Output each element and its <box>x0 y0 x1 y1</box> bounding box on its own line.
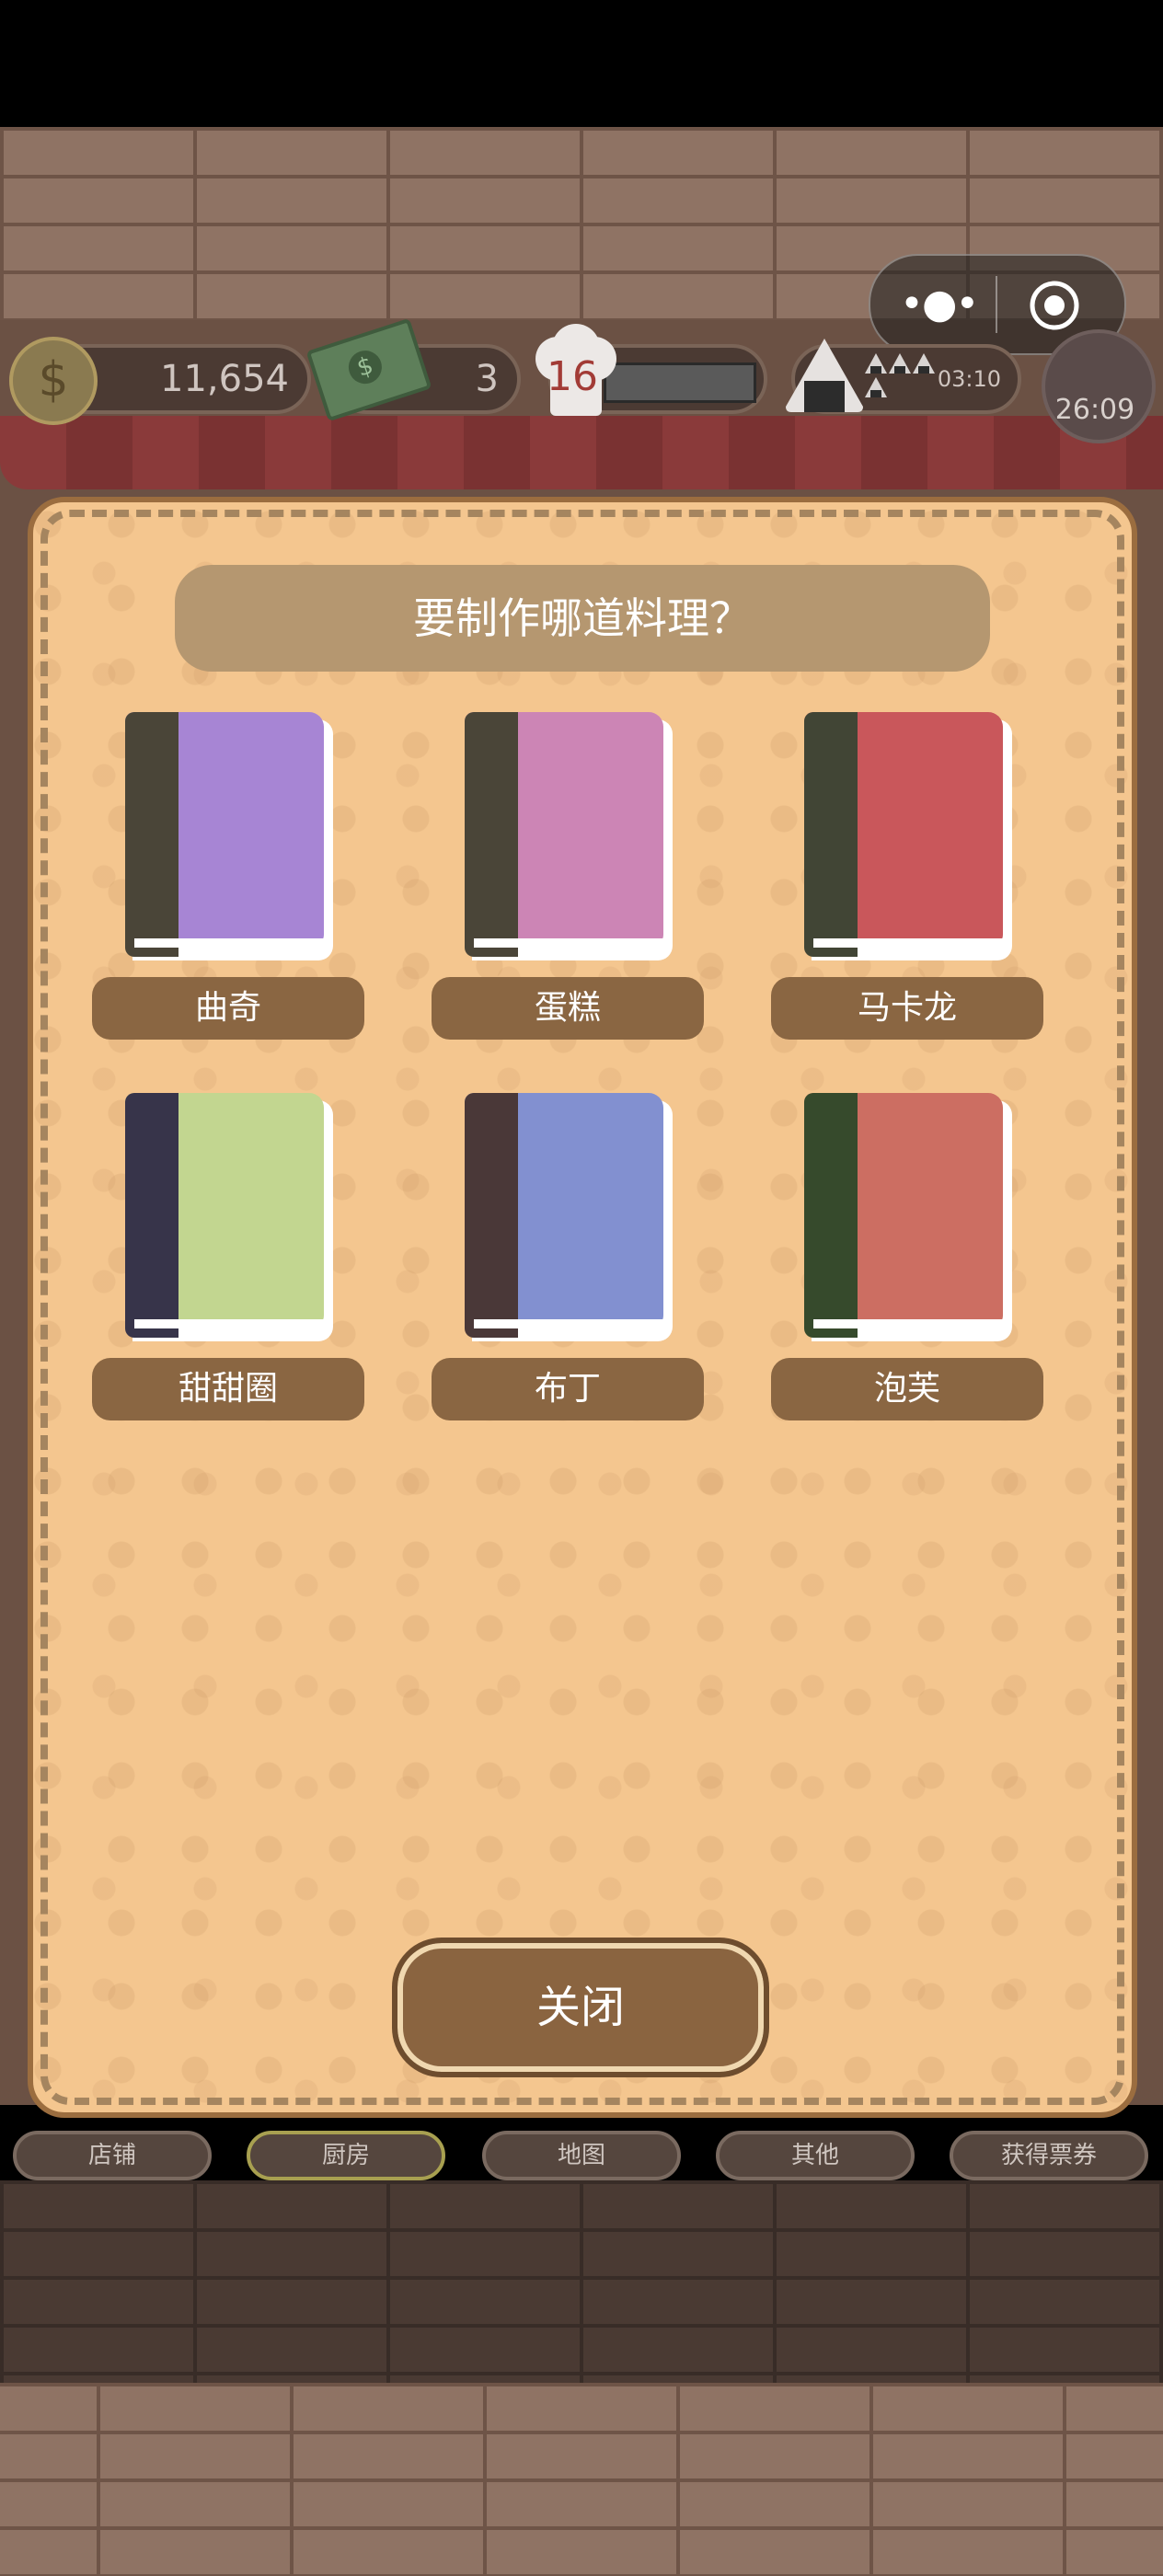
recipe-label-macaron[interactable]: 马卡龙 <box>771 977 1043 1040</box>
book-strip <box>134 938 324 948</box>
nav-get-tickets[interactable]: 获得票券 <box>950 2131 1148 2180</box>
nav-map[interactable]: 地图 <box>482 2131 681 2180</box>
book-strip <box>813 1319 1003 1328</box>
nav-other[interactable]: 其他 <box>716 2131 915 2180</box>
status-bar-area <box>0 0 1163 127</box>
dialog-title: 要制作哪道料理？ <box>175 565 990 672</box>
target-circle-icon[interactable] <box>1029 280 1080 331</box>
book-spine <box>804 712 858 957</box>
capsule-divider <box>996 276 997 333</box>
coin-icon: $ <box>9 337 98 425</box>
recipe-book-cookie[interactable] <box>125 712 333 966</box>
flower-timer: 26:09 <box>1054 394 1135 426</box>
book-spine <box>465 1093 518 1338</box>
energy-timer: 03:10 <box>937 366 1001 392</box>
book-strip <box>474 938 663 948</box>
awning <box>0 416 1163 489</box>
recipe-book-donut[interactable] <box>125 1093 333 1347</box>
level-progress-track <box>604 362 756 403</box>
mini-onigiri-icons <box>865 353 935 397</box>
recipe-label-cake[interactable]: 蛋糕 <box>432 977 704 1040</box>
book-spine <box>465 712 518 957</box>
bottom-brick-wall <box>0 2383 1163 2576</box>
level-number: 16 <box>547 353 598 400</box>
book-spine <box>125 712 178 957</box>
recipe-book-puff[interactable] <box>804 1093 1012 1347</box>
floor-bricks <box>0 2180 1163 2383</box>
book-spine <box>804 1093 858 1338</box>
recipe-label-cookie[interactable]: 曲奇 <box>92 977 364 1040</box>
recipe-label-puff[interactable]: 泡芙 <box>771 1358 1043 1420</box>
recipe-label-donut[interactable]: 甜甜圈 <box>92 1358 364 1420</box>
recipe-label-pudding[interactable]: 布丁 <box>432 1358 704 1420</box>
nav-kitchen[interactable]: 厨房 <box>247 2131 445 2180</box>
onigiri-icon <box>786 339 863 412</box>
cash-value: 3 <box>475 358 499 400</box>
close-button[interactable]: 关闭 <box>392 1938 769 2077</box>
book-strip <box>813 938 1003 948</box>
book-strip <box>134 1319 324 1328</box>
book-strip <box>474 1319 663 1328</box>
recipe-book-cake[interactable] <box>465 712 673 966</box>
more-dots-icon[interactable]: •●• <box>900 282 979 328</box>
flower-icon[interactable] <box>1042 329 1156 443</box>
recipe-book-pudding[interactable] <box>465 1093 673 1347</box>
recipe-book-macaron[interactable] <box>804 712 1012 966</box>
nav-shop[interactable]: 店铺 <box>13 2131 212 2180</box>
book-spine <box>125 1093 178 1338</box>
coin-value: 11,654 <box>160 358 289 400</box>
